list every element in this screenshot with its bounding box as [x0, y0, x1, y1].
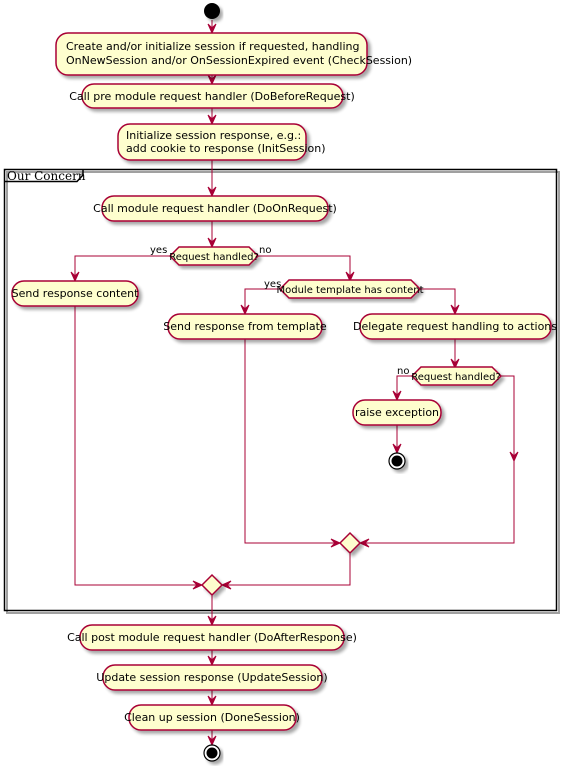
- activity-label: Create and/or initialize session if requ…: [66, 40, 359, 53]
- merge-node-inner: [338, 531, 362, 555]
- activity-send-from-template: Send response from template: [163, 313, 327, 340]
- activity-check-session: Create and/or initialize session if requ…: [55, 32, 412, 76]
- end-node-exception: [388, 452, 406, 470]
- activity-delegate-actions: Delegate request handling to actions: [353, 313, 557, 340]
- edge: [258, 255, 351, 281]
- activity-label: Call post module request handler (DoAfte…: [67, 631, 357, 644]
- branch-label-yes: yes: [150, 245, 167, 256]
- decision-request-handled-2: Request handled? no: [397, 366, 503, 386]
- decision-template-has-content: Module template has content yes: [264, 279, 424, 299]
- edge: [222, 553, 351, 586]
- edge: [244, 288, 280, 314]
- activity-init-session: Initialize session response, e.g.: add c…: [117, 123, 326, 161]
- branch-label-no: no: [397, 366, 409, 377]
- activity-label: Call pre module request handler (DoBefor…: [69, 90, 355, 103]
- activity-do-after-response: Call post module request handler (DoAfte…: [67, 624, 357, 651]
- merge-node-outer: [200, 573, 224, 597]
- frame-our-concern: Our Concern: [3, 168, 560, 614]
- activity-do-on-request: Call module request handler (DoOnRequest…: [93, 195, 337, 222]
- activity-update-session: Update session response (UpdateSession): [96, 664, 328, 691]
- decision-request-handled-1: Request handled? yes no: [150, 245, 271, 266]
- start-node: [204, 3, 220, 19]
- activity-label: Send response content: [12, 287, 139, 300]
- edge: [420, 288, 456, 314]
- frame-title: Our Concern: [7, 169, 86, 183]
- activity-label: OnNewSession and/or OnSessionExpired eve…: [66, 54, 412, 67]
- edge: [74, 306, 202, 586]
- activity-label: add cookie to response (InitSession): [126, 142, 326, 155]
- activity-raise-exception: raise exception: [352, 399, 442, 426]
- decision-label: Module template has content: [276, 285, 423, 296]
- activity-label: Clean up session (DoneSession): [124, 711, 300, 724]
- decision-label: Request handled?: [169, 252, 259, 263]
- activity-done-session: Clean up session (DoneSession): [124, 704, 300, 731]
- decision-label: Request handled?: [411, 372, 501, 383]
- activity-do-before-request: Call pre module request handler (DoBefor…: [69, 83, 355, 109]
- activity-diagram: Our Concern Create and/or initialize ses…: [3, 3, 560, 762]
- activity-label: raise exception: [355, 406, 439, 419]
- edge: [74, 255, 170, 281]
- end-node: [203, 744, 221, 762]
- activity-label: Initialize session response, e.g.:: [126, 129, 301, 142]
- activity-label: Send response from template: [163, 320, 327, 333]
- activity-label: Delegate request handling to actions: [353, 320, 557, 333]
- activity-label: Update session response (UpdateSession): [96, 671, 327, 684]
- edge: [396, 375, 412, 400]
- activity-label: Call module request handler (DoOnRequest…: [93, 202, 337, 215]
- branch-label-yes: yes: [264, 279, 281, 290]
- edge: [244, 339, 340, 544]
- branch-label-no: no: [259, 245, 271, 256]
- activity-send-response-content: Send response content: [11, 280, 139, 307]
